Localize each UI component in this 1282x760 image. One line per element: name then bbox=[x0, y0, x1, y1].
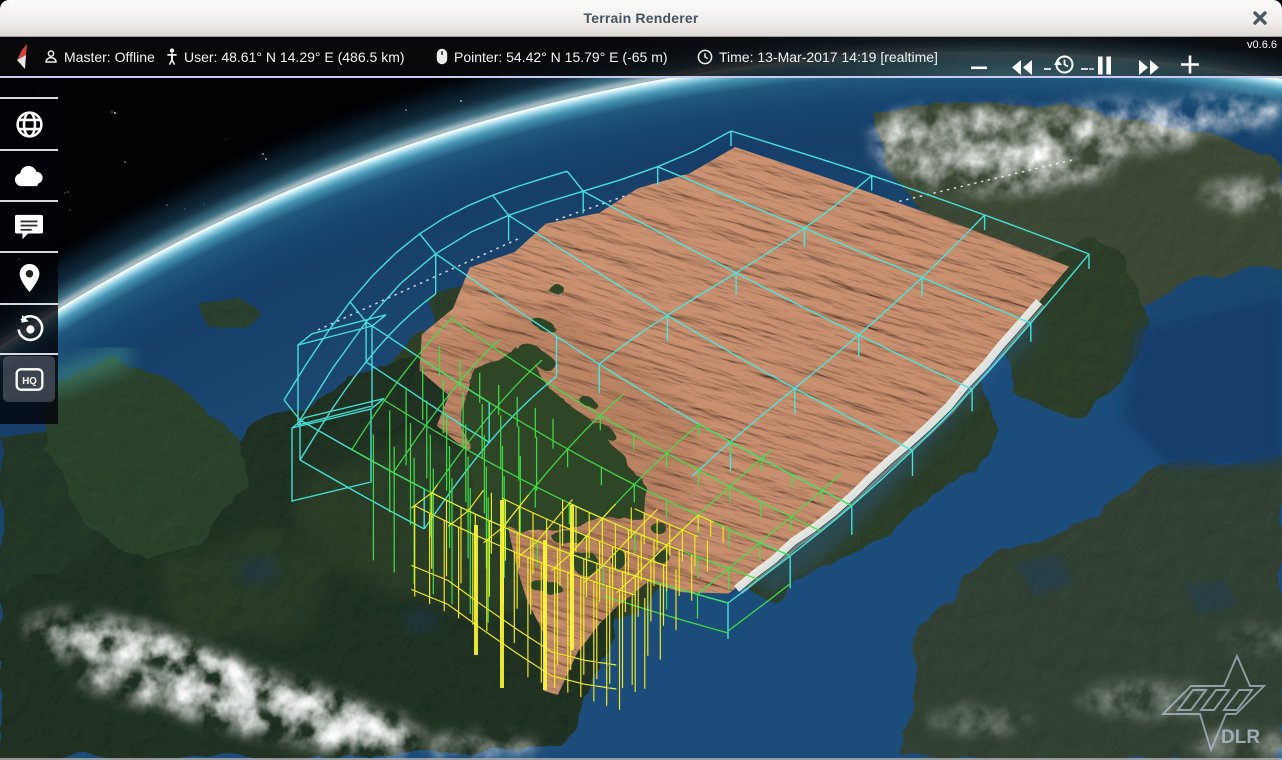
svg-text:HQ: HQ bbox=[22, 375, 37, 386]
svg-text:DLR: DLR bbox=[1221, 727, 1260, 748]
